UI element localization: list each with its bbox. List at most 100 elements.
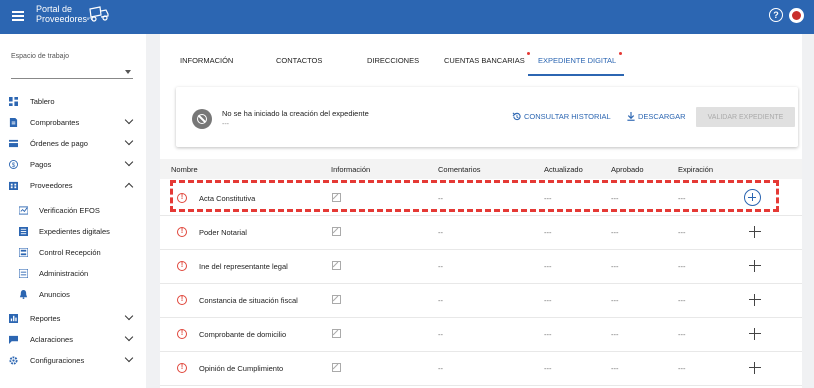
download-icon: [627, 112, 635, 121]
sidebar-item-aclaraciones[interactable]: Aclaraciones: [0, 331, 146, 347]
logo-line2: Proveedores: [36, 14, 88, 24]
avatar[interactable]: [789, 8, 804, 23]
chevron-down-icon: [124, 353, 134, 363]
caret-down-icon[interactable]: [125, 70, 131, 74]
document-icon: [9, 117, 18, 127]
sidebar-item-label: Reportes: [30, 313, 61, 323]
actualizado-cell: ---: [544, 262, 552, 271]
col-informacion: Información: [331, 165, 371, 174]
download-button[interactable]: DESCARGAR: [627, 112, 686, 121]
sidebar-item-label: Control Recepción: [39, 247, 101, 257]
history-button[interactable]: CONSULTAR HISTORIAL: [512, 112, 611, 121]
actualizado-cell: ---: [544, 296, 552, 305]
sidebar-item-label: Anuncios: [39, 289, 70, 299]
expiracion-cell: ---: [678, 330, 686, 339]
sidebar-item-ordenes[interactable]: Órdenes de pago: [0, 135, 146, 151]
document-name: Opinión de Cumplimiento: [199, 364, 284, 373]
add-icon[interactable]: [749, 260, 761, 272]
table-row: ! Ine del representante legal -- --- ---…: [160, 249, 802, 284]
sidebar-item-label: Proveedores: [30, 180, 73, 190]
sidebar-item-anuncios[interactable]: Anuncios: [0, 286, 146, 302]
tab-cuentas-bancarias[interactable]: CUENTAS BANCARIAS: [444, 56, 525, 65]
alert-icon: !: [177, 363, 187, 373]
chevron-down-icon: [124, 311, 134, 321]
col-aprobado: Aprobado: [611, 165, 644, 174]
sidebar-item-label: Tablero: [30, 96, 55, 106]
sidebar-item-proveedores[interactable]: Proveedores: [0, 177, 146, 193]
sidebar-item-label: Aclaraciones: [30, 334, 73, 344]
validate-button[interactable]: VALIDAR EXPEDIENTE: [696, 107, 795, 127]
table-row: ! Comprobante de domicilio -- --- --- --…: [160, 317, 802, 352]
ban-icon: [192, 109, 212, 129]
history-label: CONSULTAR HISTORIAL: [524, 112, 611, 121]
sidebar-item-label: Pagos: [30, 159, 52, 169]
tab-informacion[interactable]: INFORMACIÓN: [180, 56, 233, 65]
sidebar-item-administracion[interactable]: Administración: [0, 265, 146, 281]
aprobado-cell: ---: [611, 364, 619, 373]
sidebar-item-verificacion-efos[interactable]: Verificación EFOS: [0, 202, 146, 218]
comentarios-cell: --: [438, 262, 443, 271]
tab-direcciones[interactable]: DIRECCIONES: [367, 56, 419, 65]
add-icon[interactable]: [749, 328, 761, 340]
sidebar-item-comprobantes[interactable]: Comprobantes: [0, 114, 146, 130]
list-icon: [19, 268, 28, 278]
dollar-icon: $: [9, 159, 18, 169]
expiracion-cell: ---: [678, 296, 686, 305]
files-icon: [19, 226, 28, 236]
app-logo: Portal de ProveedoresIPL: [36, 4, 109, 26]
sidebar-item-label: Administración: [39, 268, 89, 278]
status-card: No se ha iniciado la creación del expedi…: [176, 87, 798, 147]
sidebar-item-label: Verificación EFOS: [39, 205, 100, 215]
open-external-icon[interactable]: [332, 261, 341, 270]
sidebar-item-expedientes[interactable]: Expedientes digitales: [0, 223, 146, 239]
check-chart-icon: [19, 205, 28, 215]
open-external-icon[interactable]: [332, 329, 341, 338]
add-icon[interactable]: [749, 362, 761, 374]
sidebar-item-tablero[interactable]: Tablero: [0, 93, 146, 109]
aprobado-cell: ---: [611, 330, 619, 339]
expiracion-cell: ---: [678, 364, 686, 373]
sidebar-item-configuraciones[interactable]: Configuraciones: [0, 352, 146, 368]
alert-icon: !: [177, 261, 187, 271]
tab-bar: INFORMACIÓN CONTACTOS DIRECCIONES CUENTA…: [160, 48, 802, 76]
sidebar-item-pagos[interactable]: $ Pagos: [0, 156, 146, 172]
menu-icon[interactable]: [12, 11, 24, 21]
aprobado-cell: ---: [611, 228, 619, 237]
top-bar: Portal de ProveedoresIPL ?: [0, 0, 814, 34]
table-header: Nombre Información Comentarios Actualiza…: [160, 159, 802, 179]
sidebar-item-label: Configuraciones: [30, 355, 85, 365]
comentarios-cell: --: [438, 296, 443, 305]
actualizado-cell: ---: [544, 330, 552, 339]
workspace-select[interactable]: [11, 66, 133, 79]
add-icon[interactable]: [749, 294, 761, 306]
sidebar-item-label: Expedientes digitales: [39, 226, 110, 236]
chevron-down-icon: [124, 115, 134, 125]
history-icon: [512, 112, 521, 121]
open-external-icon[interactable]: [332, 295, 341, 304]
aprobado-cell: ---: [611, 296, 619, 305]
workspace-label: Espacio de trabajo: [11, 53, 69, 60]
add-icon[interactable]: [749, 226, 761, 238]
help-icon[interactable]: ?: [769, 8, 783, 22]
sidebar-item-label: Órdenes de pago: [30, 138, 88, 148]
sidebar-item-control-recepcion[interactable]: Control Recepción: [0, 244, 146, 260]
alert-icon: !: [177, 329, 187, 339]
expiracion-cell: ---: [678, 262, 686, 271]
alert-icon: !: [177, 295, 187, 305]
actualizado-cell: ---: [544, 228, 552, 237]
tab-contactos[interactable]: CONTACTOS: [276, 56, 322, 65]
comentarios-cell: --: [438, 364, 443, 373]
gear-icon: [9, 355, 18, 365]
status-message: No se ha iniciado la creación del expedi…: [222, 109, 369, 118]
col-comentarios: Comentarios: [438, 165, 481, 174]
tab-expediente-digital[interactable]: EXPEDIENTE DIGITAL: [538, 56, 616, 65]
sidebar-item-reportes[interactable]: Reportes: [0, 310, 146, 326]
chat-icon: [9, 335, 18, 344]
highlight-box: [170, 180, 779, 212]
open-external-icon[interactable]: [332, 363, 341, 372]
open-external-icon[interactable]: [332, 227, 341, 236]
status-sub: ---: [222, 121, 229, 128]
logo-line1: Portal de: [36, 4, 73, 14]
chevron-down-icon: [124, 136, 134, 146]
truck-icon: [89, 6, 109, 22]
